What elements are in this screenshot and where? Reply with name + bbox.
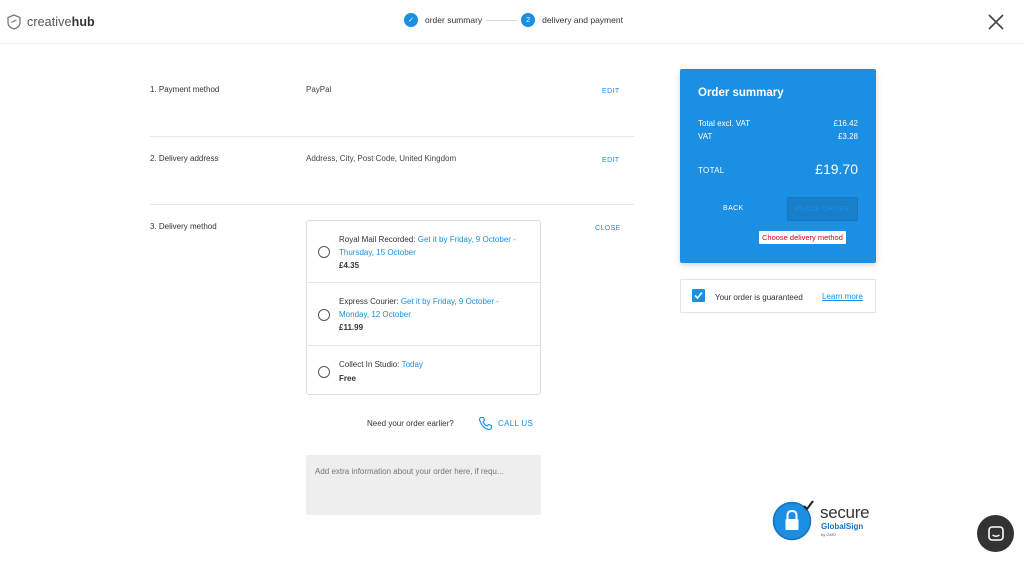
total-value: £19.70: [815, 161, 858, 177]
delivery-options: Royal Mail Recorded: Get it by Friday, 9…: [306, 220, 541, 395]
order-earlier-text: Need your order earlier?: [367, 419, 454, 428]
shield-check-icon: [692, 289, 705, 302]
gmo-label: by GMO: [821, 532, 836, 537]
step-order-summary[interactable]: ✓ order summary: [404, 13, 482, 27]
option-name: Collect In Studio:: [339, 360, 400, 369]
phone-icon: [478, 416, 493, 431]
radio-button[interactable]: [318, 246, 330, 258]
step-number: 2: [521, 13, 536, 27]
secure-title: secure: [820, 503, 870, 522]
chat-button[interactable]: [977, 515, 1014, 552]
vat-label: VAT: [698, 132, 713, 141]
delivery-option-royal-mail[interactable]: Royal Mail Recorded: Get it by Friday, 9…: [307, 221, 540, 282]
learn-more-link[interactable]: Learn more: [822, 292, 863, 301]
place-order-button[interactable]: PLACE ORDER: [787, 197, 858, 221]
order-notes-input[interactable]: [306, 455, 541, 515]
option-text: Express Courier: Get it by Friday, 9 Oct…: [339, 296, 529, 335]
payment-method-value: PayPal: [306, 85, 332, 94]
summary-title: Order summary: [698, 87, 784, 99]
delivery-method-label: 3. Delivery method: [150, 222, 217, 231]
divider: [150, 204, 634, 205]
close-delivery-button[interactable]: CLOSE: [595, 225, 621, 232]
guarantee-box: Your order is guaranteed Learn more: [680, 279, 876, 313]
option-text: Royal Mail Recorded: Get it by Friday, 9…: [339, 234, 529, 273]
call-us-label: CALL US: [498, 419, 534, 428]
step-label: delivery and payment: [542, 15, 623, 25]
step-delivery-payment: 2 delivery and payment: [521, 13, 623, 27]
back-button[interactable]: BACK: [723, 205, 744, 212]
total-excl-vat-value: £16.42: [833, 119, 858, 128]
chat-icon: [987, 525, 1004, 541]
total-label: TOTAL: [698, 166, 725, 175]
option-price: £11.99: [339, 323, 364, 332]
checkout-steps: ✓ order summary 2 delivery and payment: [404, 13, 623, 27]
payment-method-label: 1. Payment method: [150, 85, 220, 94]
delivery-option-collect[interactable]: Collect In Studio: Today Free: [307, 346, 540, 395]
guarantee-text: Your order is guaranteed: [715, 293, 803, 302]
order-summary-card: Order summary Total excl. VAT £16.42 VAT…: [680, 69, 876, 263]
edit-payment-button[interactable]: EDIT: [602, 88, 620, 95]
total-excl-vat-label: Total excl. VAT: [698, 119, 751, 128]
call-us-button[interactable]: CALL US: [478, 416, 533, 431]
step-label: order summary: [425, 15, 483, 25]
delivery-address-row: 2. Delivery address Address, City, Post …: [150, 154, 634, 166]
choose-delivery-hint: Choose delivery method: [759, 231, 846, 244]
option-price: £4.35: [339, 261, 360, 270]
logo-text: creativehub: [27, 15, 95, 29]
option-name: Express Courier:: [339, 297, 399, 306]
check-icon: ✓: [404, 13, 418, 27]
edit-address-button[interactable]: EDIT: [602, 157, 620, 164]
option-name: Royal Mail Recorded:: [339, 235, 416, 244]
close-icon[interactable]: [987, 13, 1005, 31]
option-text: Collect In Studio: Today Free: [339, 359, 529, 385]
top-bar: creativehub ✓ order summary 2 delivery a…: [0, 0, 1024, 44]
option-price: Free: [339, 373, 356, 383]
creativehub-logo[interactable]: creativehub: [7, 14, 95, 30]
option-eta: Today: [401, 360, 423, 369]
delivery-address-value: Address, City, Post Code, United Kingdom: [306, 154, 457, 163]
logo-shield-icon: [7, 14, 21, 30]
globalsign-label: GlobalSign: [821, 522, 864, 531]
step-connector: [486, 19, 518, 21]
padlock-icon: [772, 500, 814, 541]
divider: [150, 136, 634, 137]
radio-button[interactable]: [318, 366, 330, 378]
globalsign-secure-badge: secure GlobalSign by GMO: [772, 500, 882, 542]
vat-row: VAT £3.28: [698, 132, 858, 141]
total-excl-vat-row: Total excl. VAT £16.42: [698, 119, 858, 128]
payment-method-row: 1. Payment method PayPal EDIT: [150, 85, 634, 97]
delivery-option-express[interactable]: Express Courier: Get it by Friday, 9 Oct…: [307, 283, 540, 345]
radio-button[interactable]: [318, 309, 330, 321]
vat-value: £3.28: [837, 132, 858, 141]
delivery-address-label: 2. Delivery address: [150, 154, 219, 163]
